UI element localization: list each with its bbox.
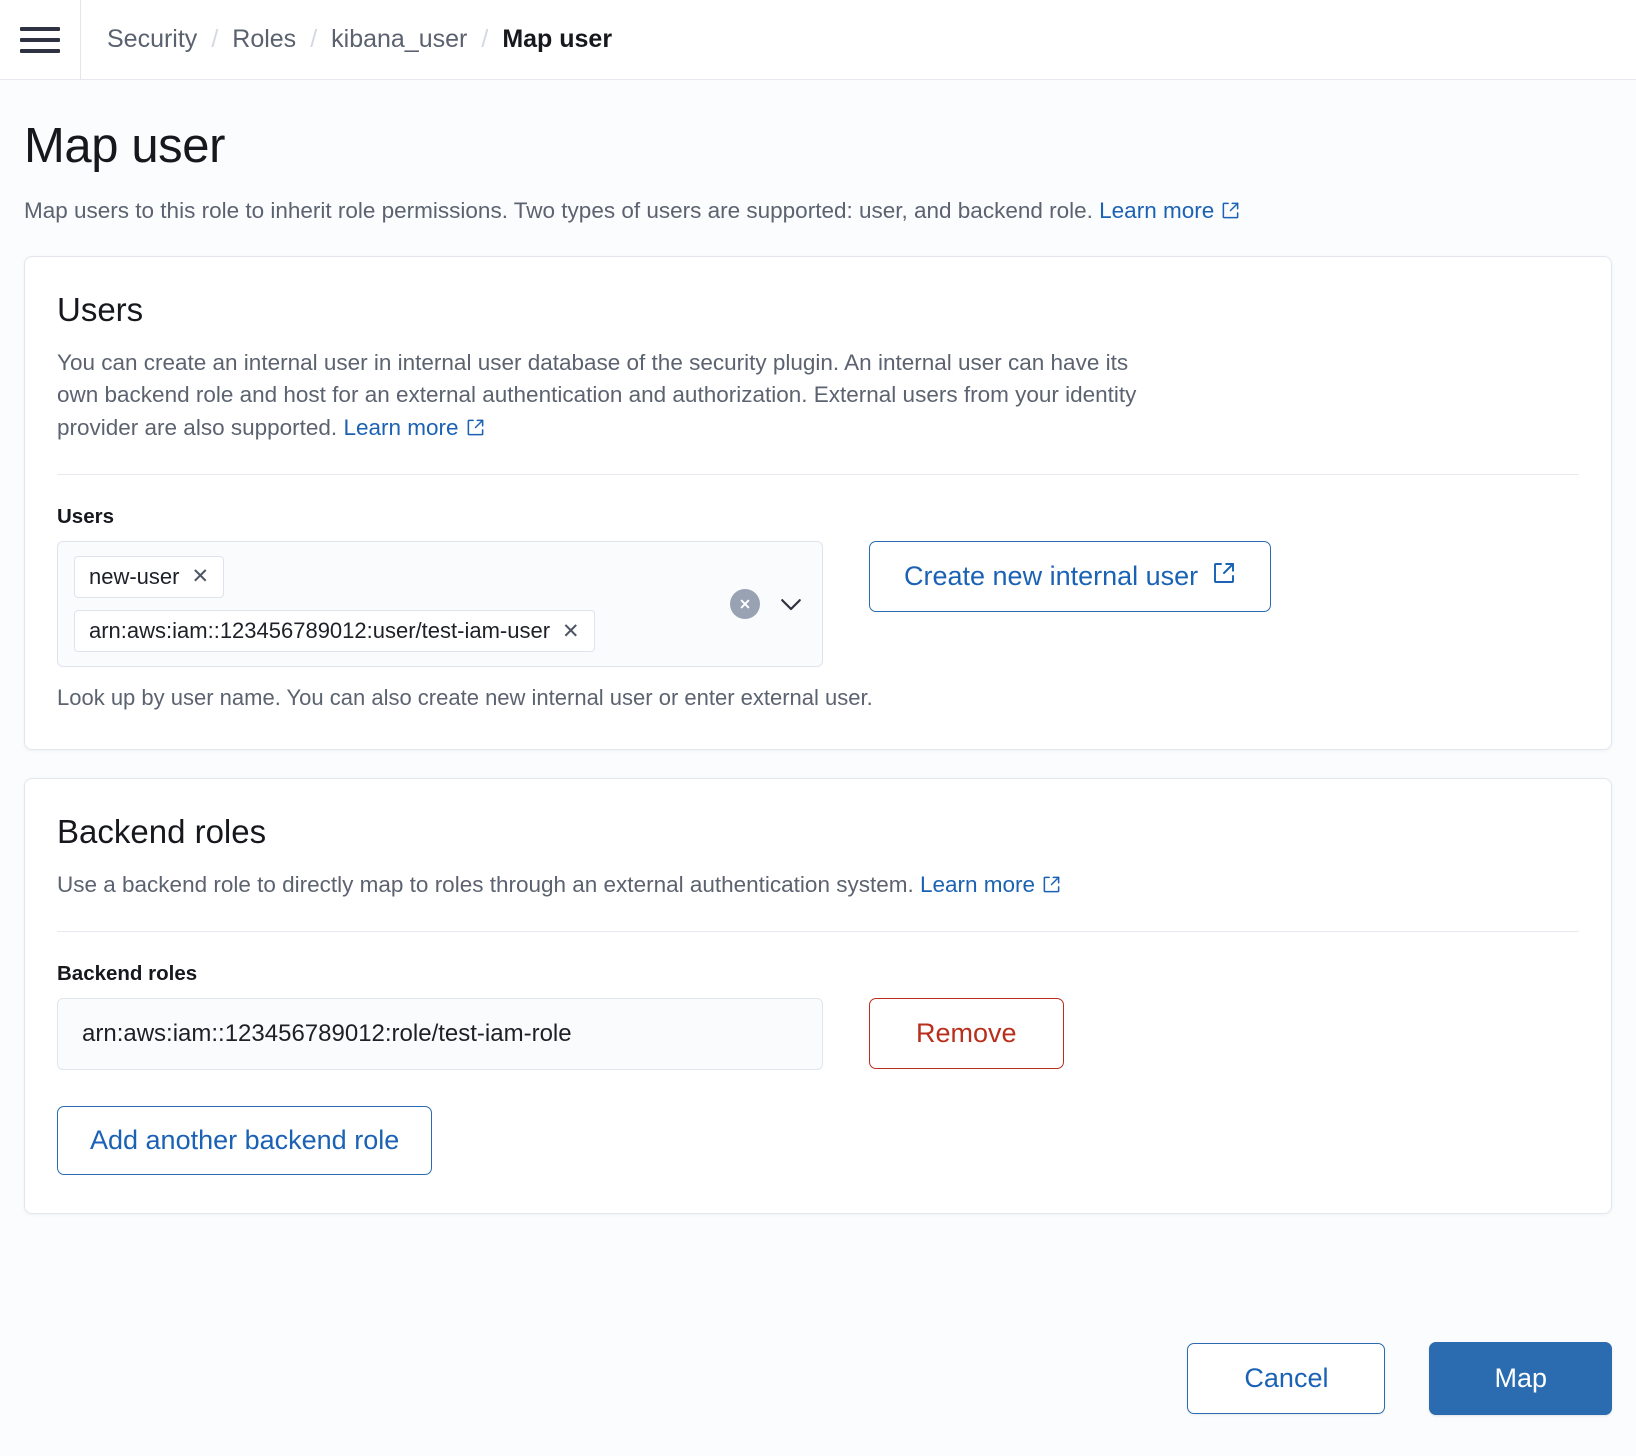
backend-roles-panel-title: Backend roles: [57, 813, 1579, 851]
clear-circle-icon[interactable]: [730, 589, 760, 619]
breadcrumb-item-kibana-user[interactable]: kibana_user: [331, 25, 467, 54]
hamburger-bar: [20, 38, 60, 42]
users-field-label: Users: [57, 505, 1579, 529]
close-x-icon[interactable]: ✕: [191, 566, 209, 587]
backend-roles-panel-divider: [57, 931, 1579, 932]
page-description: Map users to this role to inherit role p…: [24, 196, 1612, 228]
map-button-label: Map: [1494, 1363, 1547, 1394]
hamburger-bar: [20, 49, 60, 53]
users-learn-more-link[interactable]: Learn more: [343, 415, 484, 440]
user-pill[interactable]: new-user ✕: [74, 556, 224, 598]
breadcrumb-item-roles[interactable]: Roles: [232, 25, 296, 54]
users-learn-more-label: Learn more: [343, 415, 458, 440]
combobox-actions: [730, 589, 806, 619]
create-new-internal-user-label: Create new internal user: [904, 561, 1198, 592]
user-pill[interactable]: arn:aws:iam::123456789012:user/test-iam-…: [74, 610, 595, 652]
users-field-row: new-user ✕ arn:aws:iam::123456789012:use…: [57, 541, 1579, 667]
breadcrumb-separator: /: [211, 25, 218, 54]
breadcrumb-separator: /: [310, 25, 317, 54]
backend-role-input[interactable]: [57, 998, 823, 1070]
backend-roles-learn-more-label: Learn more: [920, 872, 1035, 897]
map-button[interactable]: Map: [1429, 1342, 1612, 1415]
external-link-icon: [1212, 561, 1236, 592]
external-link-icon: [1042, 871, 1061, 903]
users-panel-description: You can create an internal user in inter…: [57, 347, 1147, 446]
users-help-text: Look up by user name. You can also creat…: [57, 685, 1579, 711]
add-another-backend-role-label: Add another backend role: [90, 1125, 399, 1156]
users-combobox[interactable]: new-user ✕ arn:aws:iam::123456789012:use…: [57, 541, 823, 667]
users-panel-divider: [57, 474, 1579, 475]
add-another-backend-role-button[interactable]: Add another backend role: [57, 1106, 432, 1175]
backend-roles-learn-more-link[interactable]: Learn more: [920, 872, 1061, 897]
breadcrumb-separator: /: [481, 25, 488, 54]
users-panel-description-text: You can create an internal user in inter…: [57, 350, 1136, 439]
user-pill-label: arn:aws:iam::123456789012:user/test-iam-…: [89, 619, 550, 643]
backend-roles-panel-description: Use a backend role to directly map to ro…: [57, 869, 1147, 903]
remove-backend-role-button[interactable]: Remove: [869, 998, 1064, 1069]
page-description-text: Map users to this role to inherit role p…: [24, 198, 1093, 223]
external-link-icon: [1221, 198, 1240, 228]
users-panel: Users You can create an internal user in…: [24, 256, 1612, 750]
backend-roles-panel: Backend roles Use a backend role to dire…: [24, 778, 1612, 1214]
cancel-button-label: Cancel: [1244, 1363, 1328, 1394]
external-link-icon: [466, 414, 485, 446]
top-navigation-bar: Security / Roles / kibana_user / Map use…: [0, 0, 1636, 80]
backend-role-row: Remove: [57, 998, 1579, 1070]
breadcrumb: Security / Roles / kibana_user / Map use…: [81, 25, 612, 54]
hamburger-menu-icon[interactable]: [0, 0, 80, 80]
chevron-down-icon[interactable]: [776, 589, 806, 619]
breadcrumb-item-map-user: Map user: [502, 25, 612, 54]
user-pill-label: new-user: [89, 565, 179, 589]
page-footer-actions: Cancel Map: [0, 1301, 1636, 1456]
remove-backend-role-label: Remove: [916, 1018, 1017, 1049]
users-panel-title: Users: [57, 291, 1579, 329]
page-learn-more-link[interactable]: Learn more: [1099, 198, 1240, 223]
page-learn-more-label: Learn more: [1099, 198, 1214, 223]
breadcrumb-item-security[interactable]: Security: [107, 25, 197, 54]
cancel-button[interactable]: Cancel: [1187, 1343, 1385, 1414]
hamburger-bar: [20, 27, 60, 31]
page-title: Map user: [24, 120, 1612, 174]
backend-roles-description-text: Use a backend role to directly map to ro…: [57, 872, 914, 897]
create-new-internal-user-button[interactable]: Create new internal user: [869, 541, 1271, 612]
users-selected-pills: new-user ✕ arn:aws:iam::123456789012:use…: [74, 556, 806, 652]
backend-roles-field-label: Backend roles: [57, 962, 1579, 986]
page-header: Map user Map users to this role to inher…: [0, 80, 1636, 228]
close-x-icon[interactable]: ✕: [562, 621, 580, 642]
